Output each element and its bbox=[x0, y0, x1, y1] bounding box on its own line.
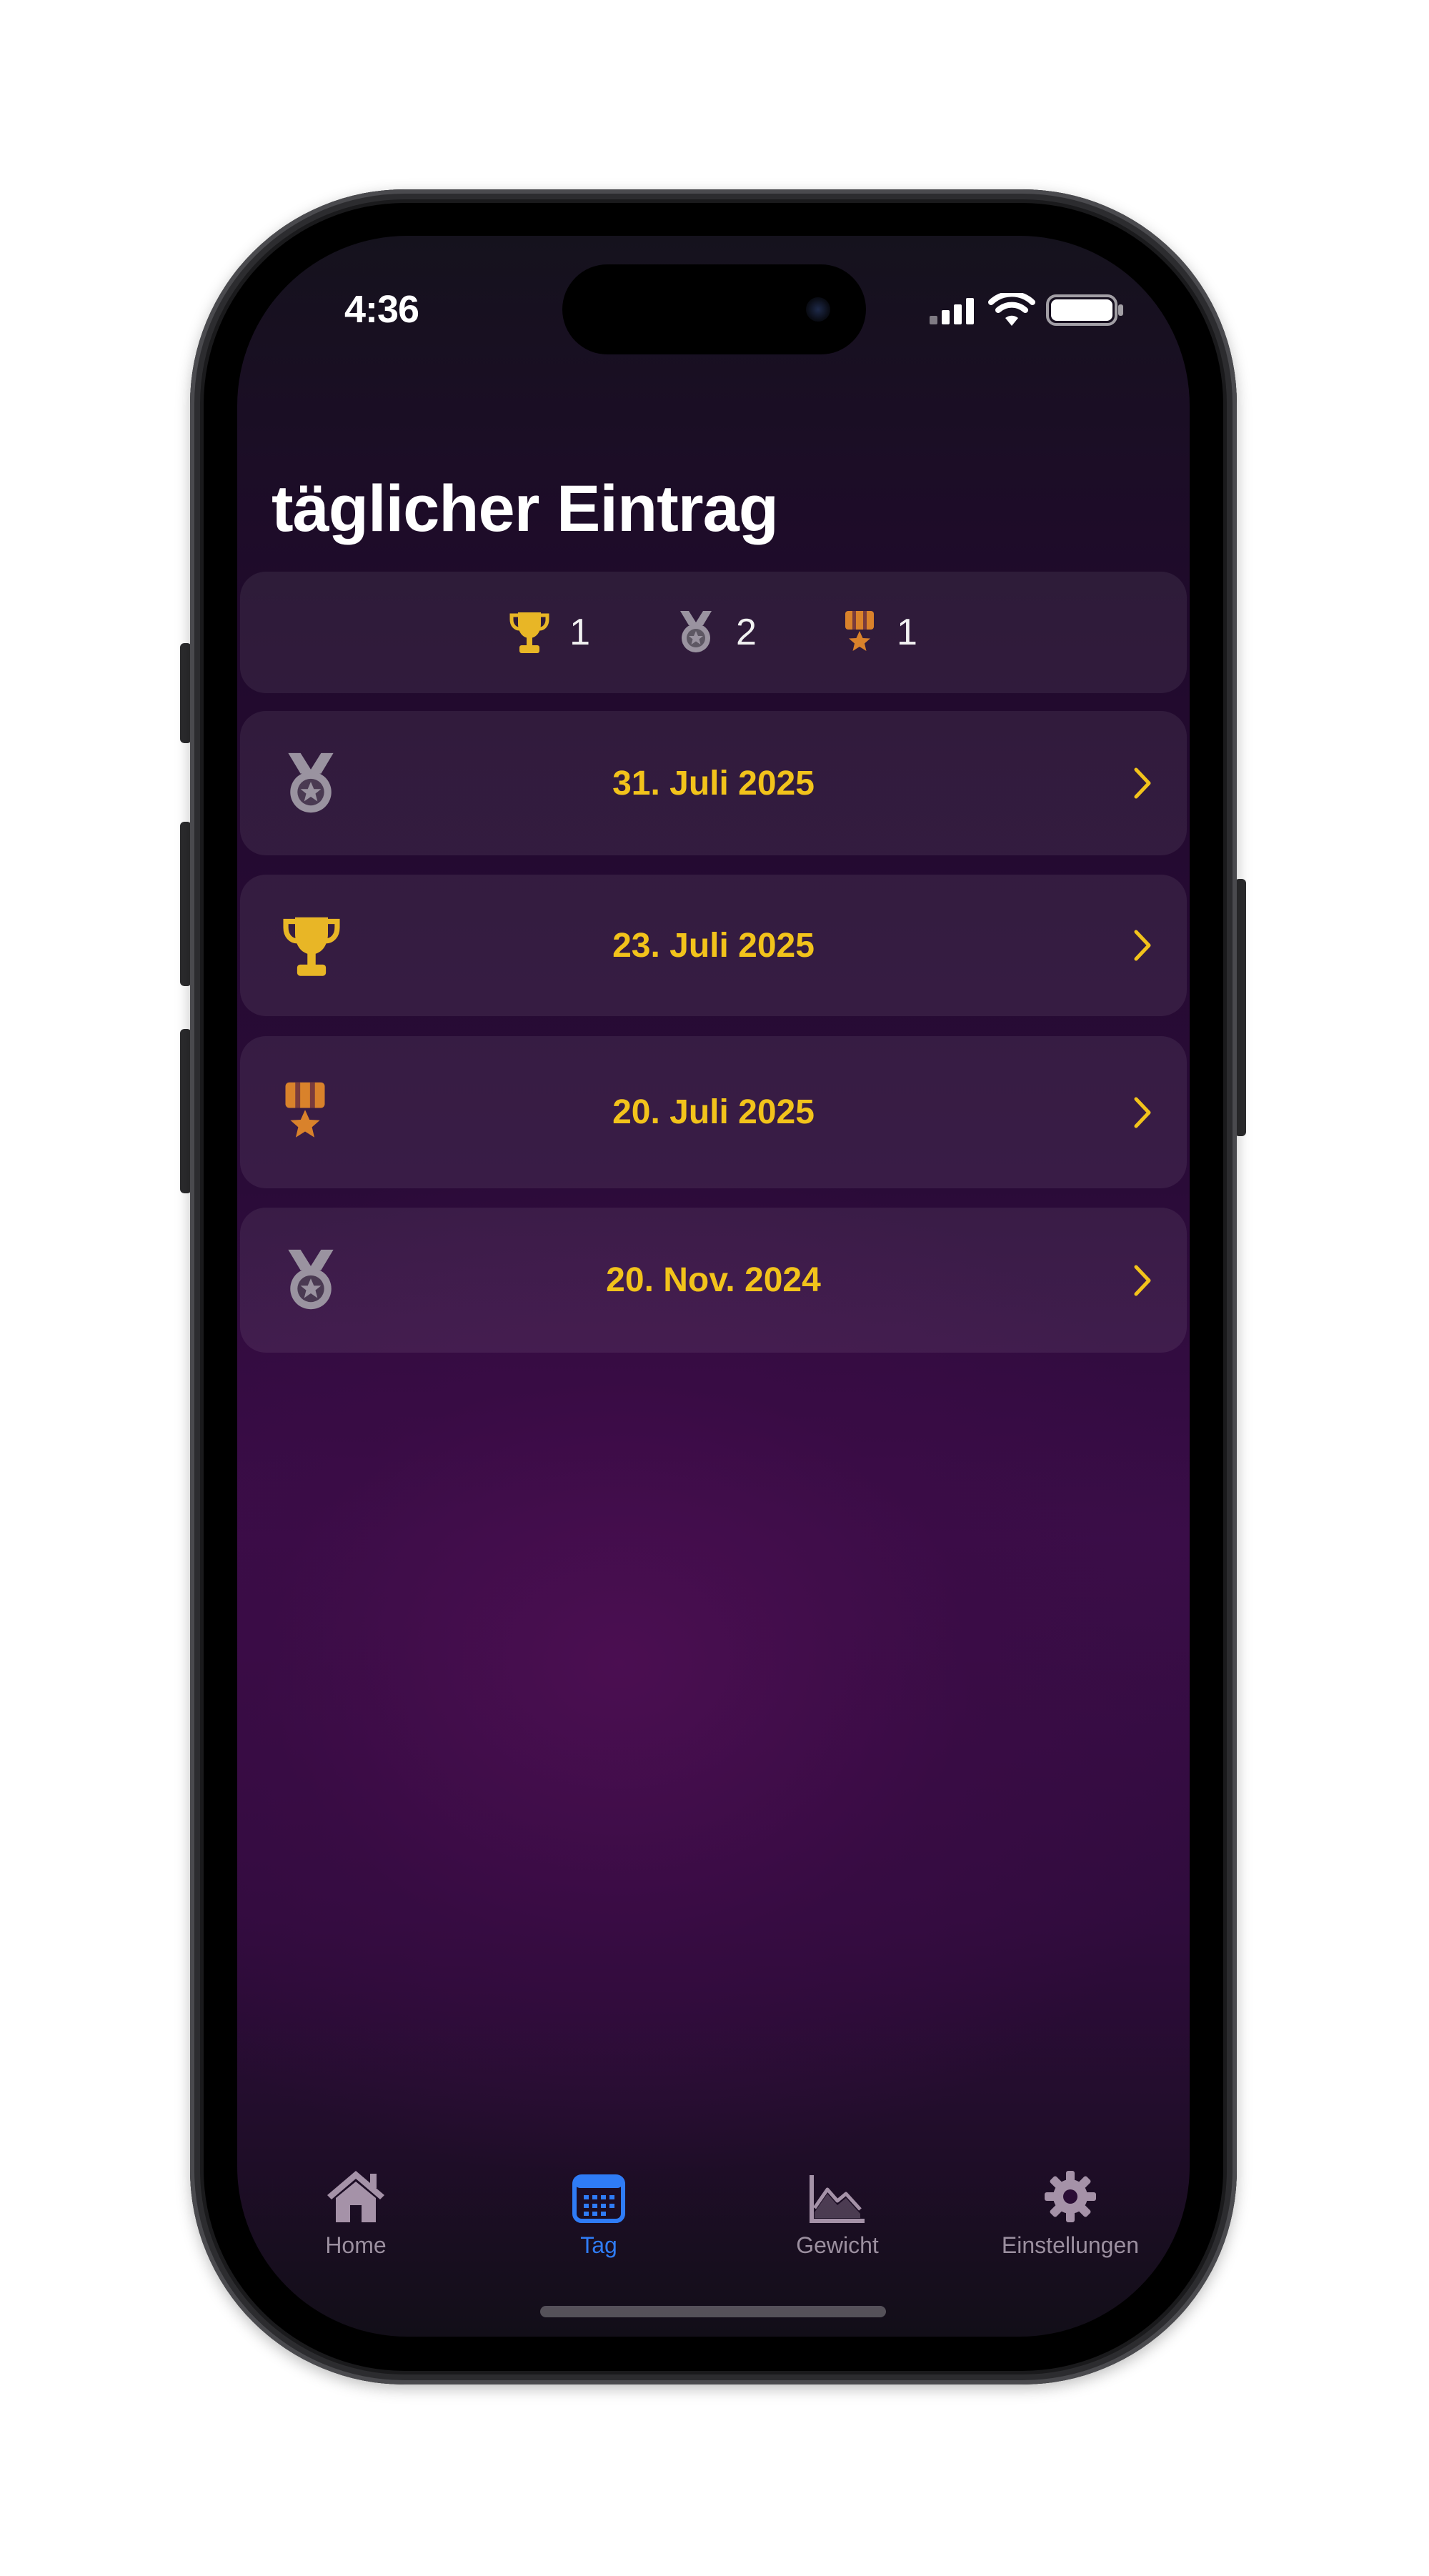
entry-date: 23. Juli 2025 bbox=[612, 926, 815, 965]
tab-gewicht[interactable]: Gewicht bbox=[723, 2158, 952, 2259]
medal-summary-card: 1 2 1 bbox=[240, 572, 1187, 693]
calendar-icon bbox=[572, 2174, 625, 2223]
page-title: täglicher Eintrag bbox=[272, 472, 779, 545]
chevron-right-icon bbox=[1134, 1097, 1151, 1128]
summary-bronze-count: 1 bbox=[896, 612, 917, 653]
wifi-icon bbox=[988, 293, 1035, 326]
entry-date: 20. Juli 2025 bbox=[612, 1093, 815, 1131]
entry-row[interactable]: 20. Nov. 2024 bbox=[240, 1208, 1187, 1353]
signal-icon bbox=[930, 298, 974, 324]
camera-icon bbox=[806, 297, 830, 322]
trophy-icon bbox=[509, 612, 549, 653]
entry-row[interactable]: 23. Juli 2025 bbox=[240, 875, 1187, 1016]
tab-einstellungen[interactable]: Einstellungen bbox=[956, 2158, 1185, 2259]
entry-row[interactable]: 31. Juli 2025 bbox=[240, 711, 1187, 855]
entry-date: 31. Juli 2025 bbox=[612, 764, 815, 802]
tab-label: Home bbox=[325, 2232, 387, 2258]
tab-home[interactable]: Home bbox=[242, 2158, 470, 2259]
house-icon bbox=[327, 2171, 384, 2222]
dynamic-island bbox=[562, 264, 866, 354]
silver-medal-icon bbox=[680, 611, 712, 652]
tab-label: Tag bbox=[580, 2232, 617, 2258]
tab-label: Gewicht bbox=[796, 2232, 879, 2258]
summary-bronze: 1 bbox=[842, 610, 917, 655]
status-icons bbox=[928, 293, 1125, 327]
battery-icon bbox=[1046, 294, 1123, 326]
chevron-right-icon bbox=[1134, 1265, 1151, 1296]
summary-silver: 2 bbox=[676, 610, 757, 655]
tab-bar: Home Tag Gewicht Einstellungen bbox=[237, 2158, 1190, 2272]
entry-date: 20. Nov. 2024 bbox=[606, 1261, 821, 1299]
chart-icon bbox=[810, 2175, 865, 2223]
tab-tag[interactable]: Tag bbox=[484, 2158, 713, 2259]
chevron-right-icon bbox=[1134, 930, 1151, 961]
home-indicator[interactable] bbox=[540, 2306, 886, 2317]
entry-row[interactable]: 20. Juli 2025 bbox=[240, 1036, 1187, 1188]
gear-icon bbox=[1045, 2171, 1096, 2222]
bronze-medal-icon bbox=[845, 611, 874, 651]
summary-trophy: 1 bbox=[509, 610, 590, 655]
chevron-right-icon bbox=[1134, 767, 1151, 799]
tab-label: Einstellungen bbox=[1001, 2232, 1140, 2258]
summary-trophy-count: 1 bbox=[569, 612, 591, 653]
phone-screen: 4:36 täglicher Eintrag 1 2 1 31. Juli 20… bbox=[237, 236, 1190, 2337]
summary-silver-count: 2 bbox=[736, 612, 757, 653]
status-time: 4:36 bbox=[344, 288, 419, 331]
